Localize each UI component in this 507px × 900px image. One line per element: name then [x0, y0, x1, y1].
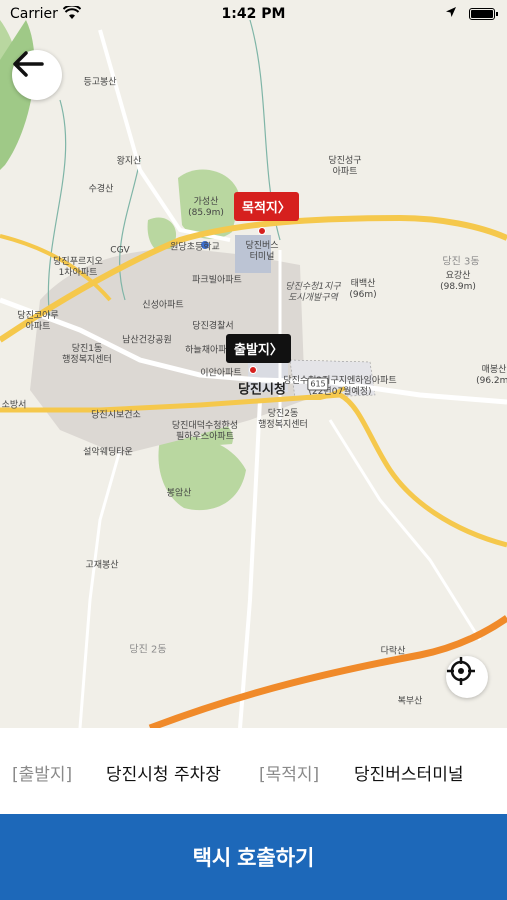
map-label: 이안아파트	[200, 368, 242, 379]
map-label: 요강산 (98.9m)	[440, 271, 476, 292]
road-shield: 615	[307, 377, 329, 391]
crosshair-icon	[447, 657, 475, 685]
arrow-left-icon	[13, 51, 44, 77]
origin-pin-icon	[249, 366, 257, 374]
map-label: 당진 3동	[442, 256, 480, 268]
status-bar: Carrier 1:42 PM	[0, 0, 507, 30]
origin-name: 당진시청 주차장	[106, 765, 221, 785]
map-view[interactable]: 등고봉산왕지산수경산 CGV 당진푸르지오 1차아파트 가성산 (85.9m) 원당초등…	[0, 0, 507, 728]
map-label: 당진코아루 아파트	[17, 311, 59, 332]
map-label: 당진시청	[238, 382, 286, 398]
destination-pin-icon	[258, 227, 266, 235]
map-label: 당진2동 행정복지센터	[258, 409, 308, 430]
destination-marker[interactable]: 목적지〉	[234, 192, 299, 221]
map-label: 당진대덕수청한성 필하우스아파트	[171, 421, 239, 442]
map-label: 파크빌아파트	[192, 275, 242, 286]
route-summary: [출발지] 당진시청 주차장 [목적지] 당진버스터미널	[0, 728, 507, 814]
map-label: 수경산	[88, 184, 114, 195]
map-label: 남산건강공원	[122, 335, 172, 346]
destination-name: 당진버스터미널	[354, 765, 464, 785]
map-label: 왕지산	[116, 156, 142, 167]
map-label: 가성산 (85.9m)	[188, 197, 224, 218]
map-label: CGV	[110, 245, 130, 256]
map-label: 다락산	[380, 646, 406, 657]
map-label: 당진시보건소	[91, 410, 141, 421]
current-location-button[interactable]	[446, 656, 488, 698]
map-label: 봉암산	[166, 488, 192, 499]
map-label: 당진수청2지구지엔하임아파트 (22년07월예정)	[283, 376, 397, 397]
map-label: 매봉산 (96.2m)	[476, 365, 507, 386]
map-label: 설악웨딩타운	[83, 447, 133, 458]
map-label: 당진성구 아파트	[328, 156, 362, 177]
map-label: 소방서	[1, 400, 27, 411]
map-label: 당진1동 행정복지센터	[62, 344, 112, 365]
map-label: 고재봉산	[85, 560, 119, 571]
map-label: 신성아파트	[142, 300, 184, 311]
map-label: 당진수청1지구 도시개발구역	[285, 282, 341, 303]
map-label: 당진푸르지오 1차아파트	[53, 257, 103, 278]
map-label: 태백산 (96m)	[349, 279, 377, 300]
clock: 1:42 PM	[221, 6, 286, 22]
map-label: 등고봉산	[83, 77, 117, 88]
map-label: 당진경찰서	[192, 321, 234, 332]
map-label: 당진버스 터미널	[245, 241, 279, 262]
location-arrow-icon	[445, 6, 457, 22]
destination-tag-label: [목적지]	[259, 765, 320, 785]
map-label: 원당초등학교	[170, 242, 220, 253]
battery-icon	[469, 8, 498, 20]
origin-tag-label: [출발지]	[12, 765, 73, 785]
origin-marker[interactable]: 출발지〉	[226, 334, 291, 363]
call-taxi-button[interactable]: 택시 호출하기	[0, 814, 507, 900]
map-label: 당진 2동	[129, 644, 167, 656]
map-label: 복부산	[397, 696, 423, 707]
back-button[interactable]	[12, 50, 62, 100]
